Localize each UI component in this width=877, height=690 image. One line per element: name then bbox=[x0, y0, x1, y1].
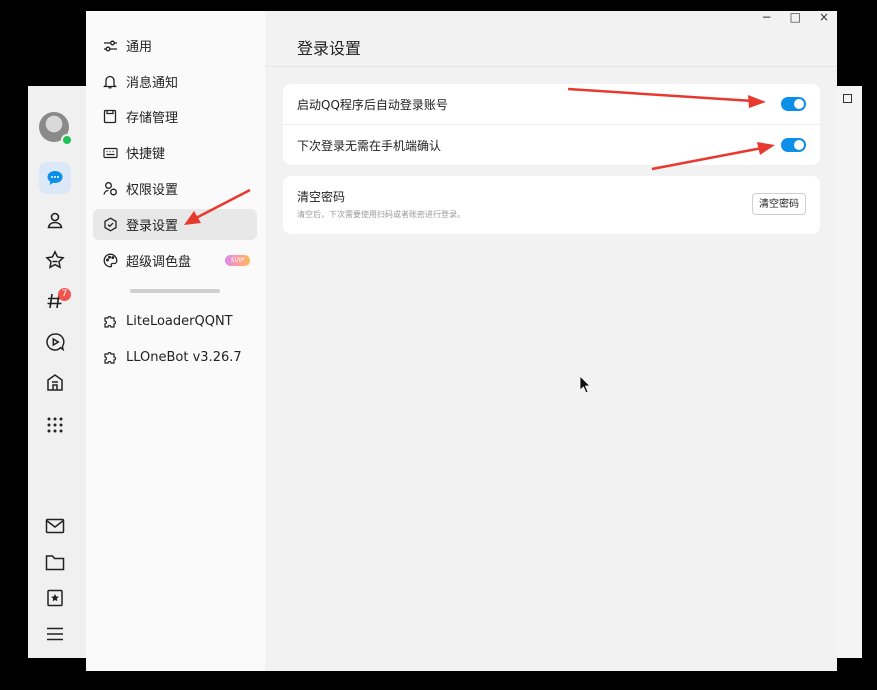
close-button[interactable]: × bbox=[819, 11, 829, 25]
login-options-card: 启动QQ程序后自动登录账号 下次登录无需在手机端确认 bbox=[283, 84, 820, 165]
nav-item-storage[interactable]: 存储管理 bbox=[93, 101, 257, 132]
svip-badge: SVIP bbox=[225, 255, 250, 266]
maximize-button[interactable]: □ bbox=[790, 11, 801, 25]
palette-icon bbox=[102, 253, 118, 269]
clear-password-button[interactable]: 清空密码 bbox=[752, 193, 806, 215]
video-icon[interactable] bbox=[42, 329, 68, 355]
nav-item-label: 存储管理 bbox=[126, 111, 179, 126]
contacts-icon[interactable] bbox=[42, 207, 68, 233]
favorites-icon[interactable] bbox=[42, 247, 68, 273]
no-phone-confirm-row: 下次登录无需在手机端确认 bbox=[283, 124, 820, 165]
no-phone-confirm-toggle[interactable] bbox=[781, 138, 806, 152]
puzzle-icon bbox=[102, 314, 118, 330]
keyboard-icon bbox=[102, 145, 118, 161]
main-window-maximize-icon[interactable] bbox=[843, 94, 852, 103]
sliders-icon bbox=[102, 38, 118, 54]
nav-item-label: 权限设置 bbox=[126, 183, 179, 198]
nav-item-super-palette[interactable]: 超级调色盘 SVIP bbox=[93, 245, 257, 276]
nav-item-login-settings[interactable]: 登录设置 bbox=[93, 209, 257, 240]
nav-item-notifications[interactable]: 消息通知 bbox=[93, 66, 257, 97]
nav-item-permissions[interactable]: 权限设置 bbox=[93, 173, 257, 204]
clear-password-title: 清空密码 bbox=[297, 190, 346, 204]
nav-item-label: 超级调色盘 bbox=[126, 255, 192, 270]
main-left-rail: 7 bbox=[28, 86, 86, 658]
clear-password-card: 清空密码 清空后，下次需要使用扫码或者账密进行登录。 清空密码 bbox=[283, 176, 820, 234]
nav-item-plugin-llonebot[interactable]: LLOneBot v3.26.7 bbox=[93, 342, 257, 373]
nav-item-general[interactable]: 通用 bbox=[93, 30, 257, 61]
settings-window: 通用 消息通知 存储管理 快捷键 权限设置 登录设置 超级调色盘 SVIP Li… bbox=[86, 11, 837, 671]
no-phone-confirm-label: 下次登录无需在手机端确认 bbox=[297, 138, 442, 153]
bell-icon bbox=[102, 74, 118, 90]
settings-nav: 通用 消息通知 存储管理 快捷键 权限设置 登录设置 超级调色盘 SVIP Li… bbox=[86, 11, 265, 671]
nav-item-label: LiteLoaderQQNT bbox=[126, 314, 233, 329]
storage-icon bbox=[102, 109, 118, 125]
bookmark-icon[interactable] bbox=[42, 585, 68, 611]
game-center-icon[interactable] bbox=[42, 370, 68, 396]
page-title: 登录设置 bbox=[297, 39, 362, 58]
settings-content: 登录设置 启动QQ程序后自动登录账号 下次登录无需在手机端确认 清空密码 清空后… bbox=[265, 11, 837, 671]
folder-icon[interactable] bbox=[42, 549, 68, 575]
auto-login-toggle[interactable] bbox=[781, 97, 806, 111]
nav-item-label: 消息通知 bbox=[126, 76, 179, 91]
minimize-button[interactable]: − bbox=[762, 11, 772, 25]
puzzle-icon bbox=[102, 350, 118, 366]
menu-icon[interactable] bbox=[42, 621, 68, 647]
nav-divider bbox=[130, 289, 220, 293]
auto-login-label: 启动QQ程序后自动登录账号 bbox=[297, 97, 448, 112]
nav-item-shortcuts[interactable]: 快捷键 bbox=[93, 137, 257, 168]
nav-item-label: LLOneBot v3.26.7 bbox=[126, 350, 242, 365]
nav-item-label: 快捷键 bbox=[126, 147, 166, 162]
permission-icon bbox=[102, 181, 118, 197]
chat-icon[interactable] bbox=[39, 162, 71, 194]
nav-item-label: 通用 bbox=[126, 40, 153, 55]
nav-item-label: 登录设置 bbox=[126, 219, 179, 234]
more-apps-icon[interactable] bbox=[42, 412, 68, 438]
window-controls: − □ × bbox=[762, 11, 829, 25]
title-divider bbox=[265, 66, 837, 67]
online-status-dot bbox=[61, 134, 73, 146]
clear-password-description: 清空后，下次需要使用扫码或者账密进行登录。 bbox=[297, 210, 465, 219]
shield-check-icon bbox=[102, 217, 118, 233]
nav-item-plugin-liteloader[interactable]: LiteLoaderQQNT bbox=[93, 306, 257, 337]
mail-icon[interactable] bbox=[42, 513, 68, 539]
auto-login-row: 启动QQ程序后自动登录账号 bbox=[283, 84, 820, 124]
channel-unread-badge: 7 bbox=[58, 288, 71, 301]
